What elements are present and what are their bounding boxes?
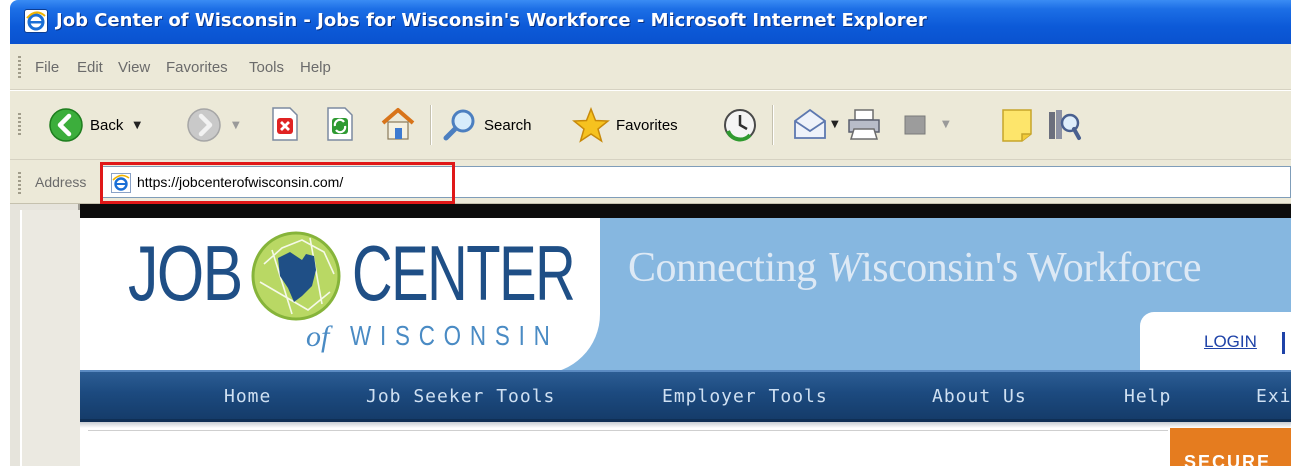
nav-shadow (80, 422, 1291, 428)
logo-word-of: of (306, 320, 330, 353)
nav-help[interactable]: Help (1124, 386, 1171, 407)
discuss-icon (1002, 109, 1032, 142)
mail-icon (794, 108, 826, 139)
nav-about-us[interactable]: About Us (932, 386, 1027, 407)
browser-left-frame (10, 204, 80, 466)
mail-dropdown-icon[interactable]: ▼ (831, 119, 839, 130)
favorites-button[interactable]: Favorites (572, 107, 678, 143)
nav-home[interactable]: Home (224, 386, 271, 407)
page-top-border (80, 204, 1291, 218)
secure-label: SECURE (1184, 452, 1272, 466)
toolbar-grip[interactable] (18, 113, 21, 135)
login-link[interactable]: LOGIN (1204, 332, 1257, 352)
logo-word-wisconsin: WISCONSIN (350, 320, 559, 351)
toolbar-separator (772, 105, 774, 145)
menubar-grip[interactable] (18, 56, 21, 78)
window-title: Job Center of Wisconsin - Jobs for Wisco… (56, 10, 927, 31)
home-icon (381, 108, 415, 140)
home-button[interactable] (380, 107, 416, 141)
forward-dropdown-icon[interactable]: ▼ (232, 120, 240, 131)
edit-button[interactable]: ▼ (898, 107, 950, 141)
refresh-button[interactable] (325, 107, 355, 141)
tagline-prefix: Connecting (628, 245, 827, 291)
url-highlight-box (100, 162, 455, 204)
mail-button[interactable]: ▼ (792, 107, 839, 141)
back-dropdown-icon[interactable]: ▼ (133, 120, 141, 131)
menu-edit[interactable]: Edit (77, 59, 103, 76)
content-divider (88, 430, 1168, 431)
favorites-label: Favorites (616, 116, 678, 134)
menu-tools[interactable]: Tools (249, 59, 284, 76)
login-divider (1282, 332, 1285, 354)
history-icon (724, 109, 756, 142)
favorites-star-icon (572, 107, 610, 143)
window-title-bar[interactable]: Job Center of Wisconsin - Jobs for Wisco… (10, 0, 1291, 44)
wisconsin-globe-logo-icon[interactable] (250, 230, 342, 322)
nav-exit[interactable]: Exi (1256, 386, 1291, 407)
menu-bar: File Edit View Favorites Tools Help (10, 44, 1291, 90)
discuss-button[interactable] (1000, 107, 1034, 143)
toolbar-separator (430, 105, 432, 145)
edit-icon (904, 115, 926, 135)
refresh-icon (327, 107, 353, 141)
search-label: Search (484, 116, 532, 134)
menu-favorites[interactable]: Favorites (166, 59, 228, 76)
site-tagline: Connecting Wisconsin's Workforce (628, 244, 1201, 292)
frame-inner-panel (20, 210, 80, 466)
search-button[interactable]: Search (442, 107, 532, 143)
print-icon (848, 109, 880, 140)
ie-page-icon[interactable] (24, 9, 48, 33)
menu-view[interactable]: View (118, 59, 150, 76)
forward-icon (187, 108, 221, 142)
edit-dropdown-icon[interactable]: ▼ (942, 119, 950, 130)
nav-employer-tools[interactable]: Employer Tools (662, 386, 828, 407)
tagline-suffix: isconsin's Workforce (861, 245, 1201, 291)
site-nav-bar: Home Job Seeker Tools Employer Tools Abo… (80, 370, 1291, 422)
tagline-italic-letter: W (826, 245, 862, 291)
search-icon (443, 109, 475, 141)
back-icon (49, 108, 83, 142)
forward-button[interactable]: ▼ (186, 107, 240, 143)
research-icon (1049, 110, 1081, 140)
history-button[interactable] (722, 107, 758, 143)
secure-panel[interactable]: SECURE (1170, 428, 1291, 466)
standard-toolbar: Back ▼ ▼ Search Favorites ▼ ▼ (10, 90, 1291, 160)
stop-icon (272, 107, 298, 141)
research-button[interactable] (1046, 107, 1082, 143)
logo-word-center: CENTER (352, 229, 576, 317)
nav-job-seeker-tools[interactable]: Job Seeker Tools (366, 386, 555, 407)
addressbar-grip[interactable] (18, 172, 21, 194)
stop-button[interactable] (270, 107, 300, 141)
back-label: Back (90, 116, 124, 134)
address-label: Address (35, 174, 87, 190)
logo-word-job: JOB (128, 229, 243, 317)
web-page-viewport: JOB CENTER of WISCONSIN Connecting Wisco… (80, 204, 1291, 466)
login-tab: LOGIN (1140, 312, 1291, 374)
menu-file[interactable]: File (35, 59, 59, 76)
print-button[interactable] (846, 107, 882, 141)
menu-help[interactable]: Help (300, 59, 331, 76)
back-button[interactable]: Back ▼ (48, 107, 141, 143)
